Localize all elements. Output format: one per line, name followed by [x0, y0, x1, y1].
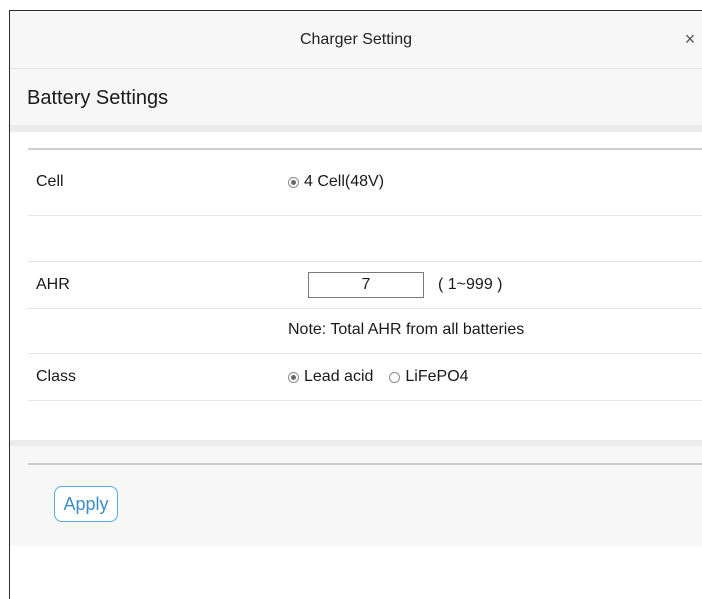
section-header: Battery Settings [10, 69, 702, 125]
section-separator [10, 125, 702, 132]
ahr-value-group: ( 1~999 ) [288, 272, 502, 298]
ahr-row: AHR ( 1~999 ) [28, 262, 702, 309]
ahr-label: AHR [36, 276, 70, 293]
dialog-title: Charger Setting [299, 31, 413, 48]
apply-button[interactable]: Apply [54, 486, 118, 522]
class-option-lifepo4[interactable]: LiFePO4 [389, 368, 469, 386]
cell-option-label: 4 Cell(48V) [304, 173, 385, 190]
lifepo4-radio-icon[interactable] [389, 371, 401, 383]
footer-divider [28, 463, 702, 465]
form-bottom-spacer [10, 422, 702, 442]
note-row: Note: Total AHR from all batteries [28, 309, 702, 354]
close-icon[interactable]: × [682, 29, 698, 49]
cell-label: Cell [36, 173, 64, 190]
class-label: Class [36, 368, 77, 385]
dialog-footer: Apply [10, 446, 702, 546]
lifepo4-label: LiFePO4 [405, 368, 469, 385]
lead-acid-radio-icon[interactable] [288, 371, 299, 383]
dialog-titlebar: Charger Setting × [10, 11, 702, 69]
cell-row: Cell 4 Cell(48V) [28, 150, 702, 216]
ahr-range: ( 1~999 ) [438, 276, 503, 293]
class-option-lead-acid[interactable]: Lead acid [288, 368, 373, 386]
cell-option[interactable]: 4 Cell(48V) [288, 173, 384, 191]
settings-form: Cell 4 Cell(48V) AHR ( 1~999 ) Note: Tot… [10, 132, 702, 422]
cell-radio-icon[interactable] [288, 176, 299, 188]
empty-row [28, 216, 702, 262]
charger-setting-dialog: Charger Setting × Battery Settings Cell … [0, 0, 702, 599]
ahr-input[interactable] [308, 272, 424, 298]
class-row: Class Lead acid LiFePO4 [28, 354, 702, 401]
section-title: Battery Settings [27, 87, 169, 109]
lead-acid-label: Lead acid [304, 368, 374, 385]
ahr-note: Note: Total AHR from all batteries [288, 321, 525, 338]
class-options: Lead acid LiFePO4 [288, 368, 469, 386]
